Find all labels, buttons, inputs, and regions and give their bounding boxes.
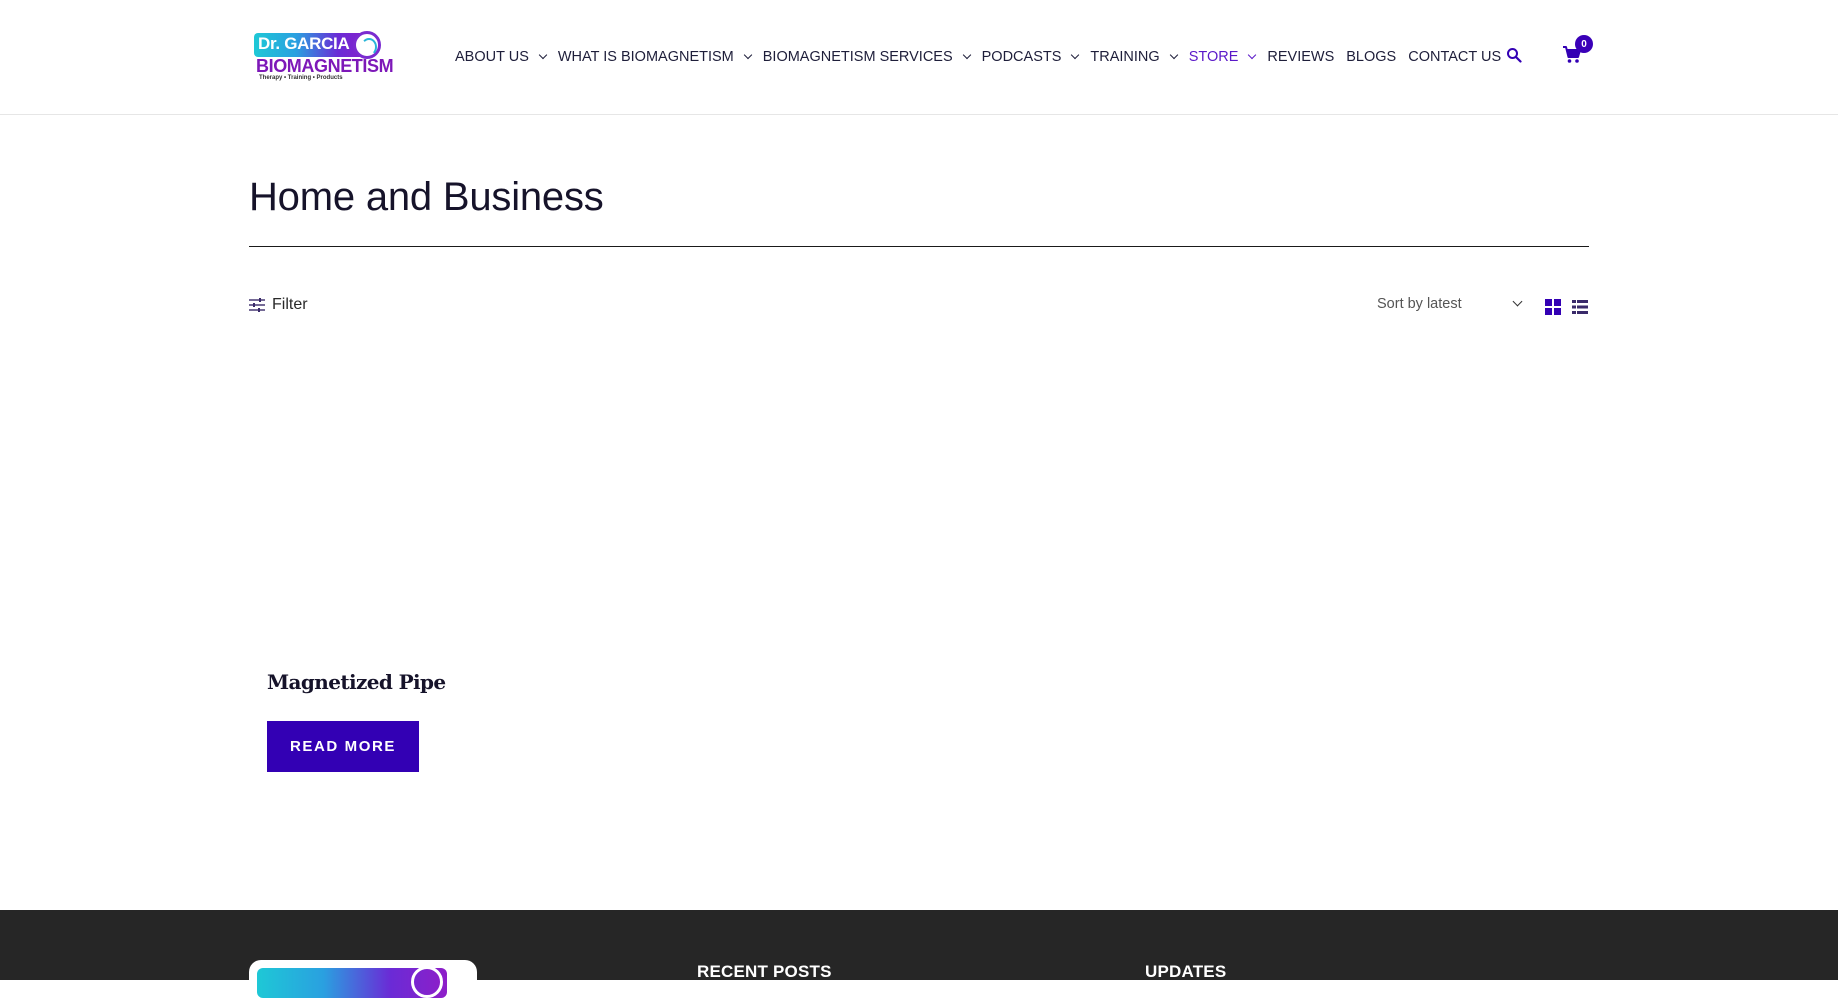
nav-item-label: TRAINING <box>1090 49 1160 65</box>
logo-swirl-icon <box>353 31 381 59</box>
nav-item-about-us[interactable]: ABOUT US <box>455 49 548 65</box>
nav-item-what-is-biomagnetism[interactable]: WHAT IS BIOMAGNETISM <box>557 49 752 65</box>
read-more-button[interactable]: READ MORE <box>267 721 419 772</box>
nav-item-label: PODCASTS <box>981 49 1062 65</box>
chevron-down-icon <box>1071 50 1080 60</box>
nav-item-biomagnetism-services[interactable]: BIOMAGNETISM SERVICES <box>762 49 971 65</box>
chevron-down-icon <box>538 50 548 60</box>
chevron-down-icon <box>743 50 752 60</box>
filter-sliders-icon <box>249 298 265 312</box>
site-header: Dr. GARCIA BIOMAGNETISM Therapy • Traini… <box>0 0 1838 115</box>
nav-item-label: REVIEWS <box>1267 49 1335 65</box>
footer-updates-heading: UPDATES <box>1145 962 1227 981</box>
logo-line2: BIOMAGNETISM <box>256 56 394 76</box>
logo-tagline: Therapy • Training • Products <box>259 75 343 81</box>
filter-button[interactable]: Filter <box>249 296 308 314</box>
nav-item-contact-us[interactable]: CONTACT US <box>1408 49 1501 65</box>
footer-logo-swirl-icon <box>411 966 443 998</box>
cart-count-badge: 0 <box>1575 35 1593 53</box>
nav-item-label: WHAT IS BIOMAGNETISM <box>557 49 734 65</box>
logo-line1: Dr. GARCIA <box>258 34 350 53</box>
product-title-link[interactable]: Magnetized Pipe <box>267 670 446 694</box>
nav-item-label: CONTACT US <box>1408 49 1502 65</box>
nav-item-label: ABOUT US <box>455 49 529 65</box>
page-title: Home and Business <box>249 175 604 219</box>
site-logo[interactable]: Dr. GARCIA BIOMAGNETISM Therapy • Traini… <box>254 31 394 83</box>
nav-item-label: STORE <box>1188 49 1239 65</box>
search-icon[interactable] <box>1506 47 1522 63</box>
nav-item-reviews[interactable]: REVIEWS <box>1267 49 1334 65</box>
title-divider <box>249 246 1589 247</box>
sort-selected-value: Sort by latest <box>1377 296 1462 312</box>
nav-item-training[interactable]: TRAINING <box>1090 49 1178 65</box>
chevron-down-icon <box>1248 50 1257 60</box>
footer-logo[interactable] <box>249 960 477 1000</box>
nav-item-label: BIOMAGNETISM SERVICES <box>762 49 953 65</box>
sort-select[interactable]: Sort by latest <box>1377 296 1525 312</box>
chevron-down-icon <box>1169 50 1178 60</box>
grid-view-icon[interactable] <box>1545 299 1561 315</box>
main-nav: ABOUT US WHAT IS BIOMAGNETISM BIOMAGNETI… <box>455 47 1513 67</box>
nav-item-store[interactable]: STORE <box>1188 49 1257 65</box>
footer-recent-posts-heading: RECENT POSTS <box>697 962 832 981</box>
chevron-down-icon <box>1512 296 1523 307</box>
chevron-down-icon <box>962 50 971 60</box>
nav-item-podcasts[interactable]: PODCASTS <box>981 49 1080 65</box>
nav-item-blogs[interactable]: BLOGS <box>1346 49 1396 65</box>
filter-label: Filter <box>272 296 308 313</box>
product-card: Magnetized Pipe <box>267 670 567 694</box>
nav-item-label: BLOGS <box>1346 49 1397 65</box>
list-view-icon[interactable] <box>1572 299 1588 315</box>
